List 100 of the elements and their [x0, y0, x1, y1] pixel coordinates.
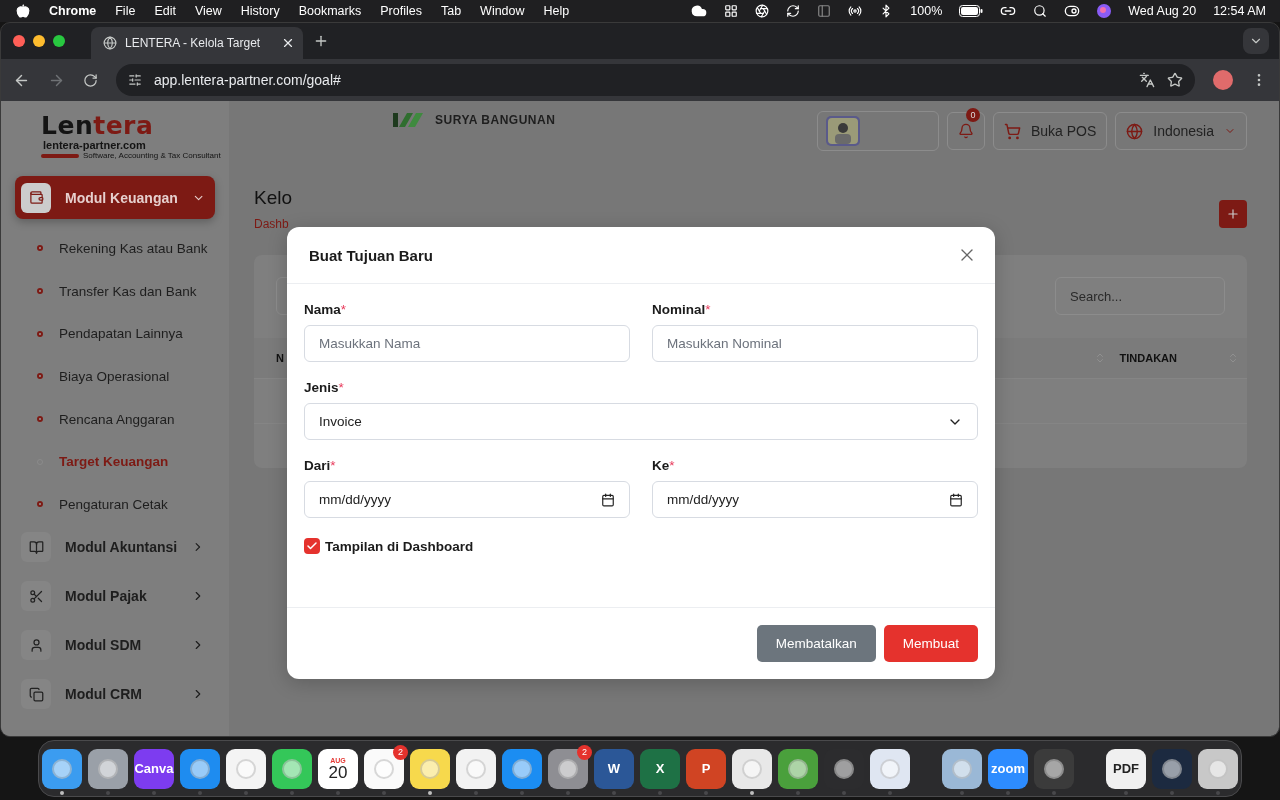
site-settings-icon[interactable] — [128, 73, 142, 87]
menu-item[interactable]: Profiles — [380, 4, 422, 18]
close-icon[interactable] — [281, 36, 295, 50]
apple-logo-icon[interactable] — [16, 4, 30, 18]
field-label: Ke* — [652, 458, 676, 473]
create-button[interactable]: Membuat — [883, 625, 978, 662]
airdrop-icon[interactable] — [848, 4, 863, 18]
bookmark-star-icon[interactable] — [1167, 72, 1183, 88]
app-icon[interactable] — [364, 748, 404, 789]
module-menu-item[interactable]: Modul SDM — [15, 623, 215, 667]
input-field[interactable]: Masukkan Nama — [304, 325, 630, 362]
submenu-item[interactable]: Pengaturan Cetak — [15, 483, 215, 526]
control-center-icon[interactable] — [1064, 3, 1081, 19]
profile-avatar[interactable] — [1213, 70, 1233, 90]
date-field[interactable]: mm/dd/yyyy — [304, 481, 630, 518]
app-icon[interactable] — [1198, 748, 1238, 789]
module-menu-item[interactable]: Modul Keuangan — [15, 176, 215, 219]
cart-icon — [1003, 122, 1021, 140]
menu-item[interactable]: File — [115, 4, 136, 18]
app-icon[interactable]: X — [640, 748, 680, 789]
module-menu-item[interactable]: Modul Pajak — [15, 574, 215, 618]
browser-tab[interactable]: LENTERA - Kelola Target — [91, 27, 303, 59]
checkbox[interactable] — [304, 538, 320, 554]
menu-item[interactable]: Help — [543, 4, 570, 18]
app-icon[interactable] — [732, 748, 772, 789]
checkbox-label[interactable]: Tampilan di Dashboard — [325, 538, 474, 554]
menu-item[interactable]: Bookmarks — [298, 4, 362, 18]
reload-icon[interactable] — [83, 72, 98, 88]
grid-icon[interactable] — [724, 4, 739, 18]
menu-item[interactable]: Edit — [154, 4, 176, 18]
column-header[interactable]: N — [276, 352, 284, 364]
app-icon[interactable] — [942, 748, 982, 789]
globe-icon — [103, 36, 117, 50]
date-field[interactable]: mm/dd/yyyy — [652, 481, 978, 518]
app-icon[interactable]: W — [594, 748, 634, 789]
submenu-item[interactable]: Transfer Kas dan Bank — [15, 269, 215, 313]
zoom-window-icon[interactable] — [53, 35, 65, 47]
app-icon[interactable] — [870, 748, 910, 789]
close-window-icon[interactable] — [13, 35, 25, 47]
app-icon[interactable] — [88, 748, 128, 789]
app-icon[interactable] — [410, 748, 450, 789]
add-button[interactable] — [1219, 200, 1247, 228]
menu-item[interactable]: Window — [480, 4, 525, 18]
globe-icon — [1126, 122, 1144, 140]
logo-bar — [41, 153, 79, 158]
badge-count: 2 — [577, 744, 592, 760]
app-icon[interactable]: Canva — [134, 748, 174, 789]
submenu-item[interactable]: Rencana Anggaran — [15, 397, 215, 441]
check-icon — [306, 540, 318, 552]
panel-icon[interactable] — [817, 4, 832, 18]
submenu-item[interactable]: Pendapatan Lainnya — [15, 312, 215, 356]
menu-item[interactable]: View — [194, 4, 222, 18]
app-icon[interactable]: P — [686, 748, 726, 789]
module-menu-item[interactable]: Modul CRM — [15, 672, 215, 716]
aperture-icon[interactable] — [755, 4, 770, 18]
app-icon[interactable] — [456, 748, 496, 789]
search-field[interactable]: Search... — [1055, 277, 1225, 315]
address-bar[interactable]: app.lentera-partner.com/goal# — [116, 64, 1195, 96]
module-menu-item[interactable]: Modul Akuntansi — [15, 525, 215, 569]
tab-title: LENTERA - Kelola Target — [125, 36, 262, 50]
page-title: Kelo — [254, 187, 293, 209]
minimize-window-icon[interactable] — [33, 35, 45, 47]
app-icon[interactable] — [42, 748, 82, 789]
badge-count: 2 — [393, 744, 408, 760]
app-icon[interactable] — [502, 748, 542, 789]
app-icon[interactable] — [272, 748, 312, 789]
app-icon[interactable] — [548, 748, 588, 789]
translate-icon[interactable] — [1139, 72, 1155, 88]
menu-item[interactable]: History — [240, 4, 280, 18]
module-icon — [21, 679, 51, 710]
language-dropdown[interactable]: Indonesia — [1115, 112, 1247, 150]
submenu-item[interactable]: Biaya Operasional — [15, 355, 215, 398]
app-icon[interactable] — [180, 748, 220, 789]
app-icon[interactable]: PDF — [1106, 748, 1146, 789]
company-name: SURYA BANGUNAN — [435, 113, 556, 127]
module-icon — [21, 630, 51, 661]
battery-percentage: 100% — [910, 4, 943, 18]
search-icon[interactable] — [1033, 4, 1048, 18]
pos-button[interactable]: Buka POS — [992, 112, 1108, 150]
app-icon[interactable]: zoom — [988, 748, 1028, 789]
field-label: Nominal* — [652, 302, 712, 317]
field-label: Nama* — [304, 302, 348, 317]
tab-search-button[interactable] — [1243, 28, 1269, 54]
cloud-icon[interactable] — [691, 3, 708, 19]
input-field[interactable]: Masukkan Nominal — [652, 325, 978, 362]
submenu-item[interactable]: Rekening Kas atau Bank — [15, 227, 215, 270]
app-icon[interactable] — [778, 748, 818, 789]
cancel-button[interactable]: Membatalkan — [756, 625, 876, 662]
sync-icon[interactable] — [786, 4, 801, 18]
siri-icon[interactable] — [1097, 4, 1112, 18]
url-text: app.lentera-partner.com/goal# — [154, 72, 342, 88]
modal-title: Buat Tujuan Baru — [309, 246, 433, 264]
select-field[interactable]: Invoice — [304, 403, 978, 440]
menu-item[interactable]: Tab — [440, 4, 462, 18]
column-header[interactable]: TINDAKAN — [1119, 352, 1177, 364]
app-icon[interactable] — [226, 748, 266, 789]
app-icon[interactable] — [1034, 748, 1074, 789]
app-menu[interactable]: Chrome — [49, 4, 97, 18]
logo-site: lentera-partner.com — [43, 139, 146, 151]
battery-icon[interactable] — [959, 5, 984, 17]
